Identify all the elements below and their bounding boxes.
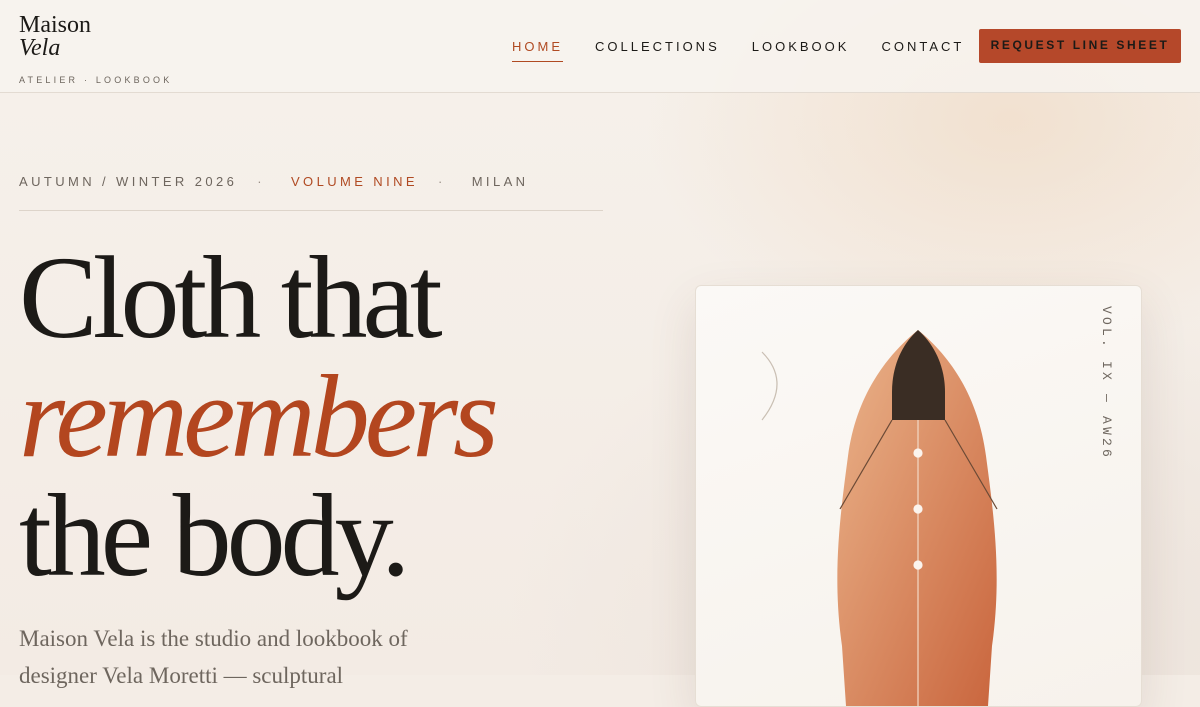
nav-item-contact[interactable]: CONTACT <box>881 39 964 62</box>
hero-intro: Maison Vela is the studio and lookbook o… <box>19 626 408 688</box>
meta-season: AUTUMN / WINTER 2026 <box>19 174 238 189</box>
garment-collar <box>892 330 945 420</box>
brand-name-line1: Maison <box>19 12 91 38</box>
main-nav: HOME COLLECTIONS LOOKBOOK CONTACT <box>512 39 964 62</box>
lookbook-card[interactable] <box>695 285 1142 707</box>
site-header: Maison Vela ATELIER · LOOKBOOK HOME COLL… <box>0 0 1200 93</box>
hero-headline: Cloth that remembers the body. <box>19 232 499 601</box>
garment-button <box>913 504 923 514</box>
headline-line1: Cloth that <box>19 232 443 363</box>
brand-logo[interactable]: Maison Vela ATELIER · LOOKBOOK <box>19 12 173 85</box>
hero-meta: AUTUMN / WINTER 2026 · VOLUME NINE · MILAN <box>19 174 603 189</box>
nav-item-lookbook[interactable]: LOOKBOOK <box>752 39 850 62</box>
headline-line2: remembers <box>19 351 499 482</box>
meta-city: MILAN <box>471 174 529 189</box>
brand-tagline: ATELIER · LOOKBOOK <box>19 75 173 85</box>
nav-item-home[interactable]: HOME <box>512 39 563 62</box>
meta-separator: · <box>257 174 265 189</box>
headline-line3: the body. <box>19 470 410 601</box>
meta-volume: VOLUME NINE <box>290 174 418 189</box>
meta-separator: · <box>437 174 446 189</box>
garment-button <box>913 560 923 570</box>
nav-item-collections[interactable]: COLLECTIONS <box>595 39 720 62</box>
brand-name-line2: Vela <box>19 35 61 61</box>
card-volume-label: VOL. IX — AW26 <box>1099 306 1114 461</box>
garment-button <box>913 448 923 458</box>
meta-divider <box>19 210 603 211</box>
request-line-sheet-button[interactable]: REQUEST LINE SHEET <box>979 29 1181 63</box>
garment-dress-icon <box>761 330 998 706</box>
arc-decoration <box>761 351 778 421</box>
